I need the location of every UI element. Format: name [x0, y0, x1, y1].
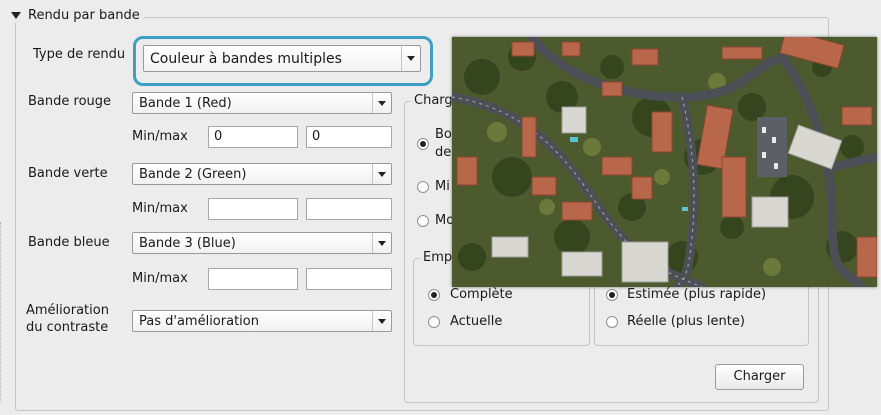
render-type-value: Couleur à bandes multiples	[150, 50, 342, 67]
red-min-input[interactable]: 0	[208, 126, 298, 148]
chevron-down-icon	[372, 164, 391, 184]
section-header[interactable]: Rendu par bande	[11, 8, 144, 23]
blue-minmax-label: Min/max	[132, 271, 188, 286]
section-title: Rendu par bande	[28, 8, 140, 23]
green-min-input[interactable]	[208, 198, 298, 220]
load-group-title: Charg	[411, 93, 456, 108]
extent-full-label: Complète	[450, 287, 513, 302]
contrast-value: Pas d'amélioration	[139, 313, 259, 329]
render-type-combo[interactable]: Couleur à bandes multiples	[143, 45, 421, 72]
contrast-label-line1: Amélioration	[26, 303, 109, 318]
aerial-image	[452, 37, 877, 287]
load-option-radio-3[interactable]	[417, 215, 429, 227]
accuracy-actual-radio[interactable]	[606, 316, 618, 328]
red-max-input[interactable]: 0	[306, 126, 392, 148]
accuracy-actual-label: Réelle (plus lente)	[627, 314, 745, 329]
panel-edge	[0, 222, 2, 402]
extent-group-title: Emp	[420, 250, 456, 265]
green-band-value: Bande 2 (Green)	[139, 166, 247, 182]
blue-band-value: Bande 3 (Blue)	[139, 235, 236, 251]
load-option-label-1a: Bo	[435, 127, 452, 142]
red-band-label: Bande rouge	[28, 94, 112, 109]
red-minmax-label: Min/max	[132, 129, 188, 144]
render-type-label: Type de rendu	[33, 47, 126, 62]
chevron-down-icon	[372, 233, 391, 253]
green-max-input[interactable]	[306, 198, 392, 220]
load-button[interactable]: Charger	[715, 364, 804, 390]
load-option-radio-1[interactable]	[417, 138, 429, 150]
green-band-label: Bande verte	[28, 166, 108, 181]
load-option-label-1b: de	[435, 145, 452, 160]
contrast-label-line2: du contraste	[26, 320, 109, 335]
red-band-value: Bande 1 (Red)	[139, 95, 232, 111]
contrast-combo[interactable]: Pas d'amélioration	[132, 310, 392, 332]
chevron-down-icon	[401, 46, 420, 71]
blue-band-label: Bande bleue	[28, 235, 110, 250]
green-minmax-label: Min/max	[132, 201, 188, 216]
red-band-combo[interactable]: Bande 1 (Red)	[132, 92, 392, 114]
blue-max-input[interactable]	[306, 268, 392, 290]
blue-min-input[interactable]	[208, 268, 298, 290]
load-option-label-2: Mi	[435, 179, 450, 194]
green-band-combo[interactable]: Bande 2 (Green)	[132, 163, 392, 185]
extent-full-radio[interactable]	[428, 289, 440, 301]
chevron-down-icon	[372, 93, 391, 113]
load-option-radio-2[interactable]	[417, 181, 429, 193]
accuracy-estimated-radio[interactable]	[606, 289, 618, 301]
blue-band-combo[interactable]: Bande 3 (Blue)	[132, 232, 392, 254]
collapse-triangle-icon[interactable]	[11, 12, 21, 19]
extent-current-radio[interactable]	[428, 316, 440, 328]
chevron-down-icon	[372, 311, 391, 331]
extent-current-label: Actuelle	[450, 314, 503, 329]
accuracy-estimated-label: Estimée (plus rapide)	[627, 287, 767, 302]
